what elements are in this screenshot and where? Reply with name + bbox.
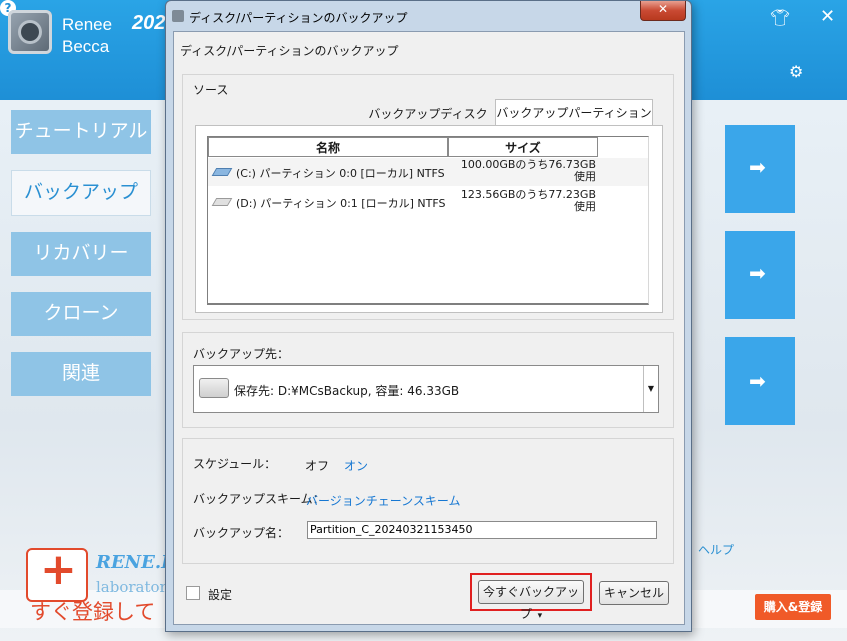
app-logo-icon [8, 10, 52, 54]
sidebar-item-tutorial[interactable]: チュートリアル [11, 110, 151, 154]
cancel-button[interactable]: キャンセル [599, 581, 669, 605]
app-name-line1: Renee [62, 15, 113, 34]
hard-drive-icon [199, 378, 229, 398]
dialog-close-button[interactable]: ✕ [640, 1, 686, 21]
table-row[interactable]: (C:) パーティション 0:0 [ローカル] NTFS 100.00GBのうち… [208, 158, 648, 186]
app-version: 202 [132, 12, 166, 34]
partition-c-icon [211, 168, 233, 176]
backup-scheme-link[interactable]: バージョンチェーンスキーム [306, 492, 461, 509]
backup-now-highlight: 今すぐバックアップ ▾ [470, 573, 592, 621]
dialog-app-icon [172, 10, 184, 22]
skin-shirt-icon[interactable]: 👕︎ [770, 8, 790, 27]
destination-value: 保存先: D:¥MCsBackup, 容量: 46.33GB [234, 384, 460, 398]
sidebar-item-backup[interactable]: バックアップ [11, 170, 151, 216]
partition-size-used-label: 使用 [574, 200, 596, 213]
partition-name: (C:) パーティション 0:0 [ローカル] NTFS [236, 167, 445, 180]
settings-link[interactable]: 設定 [208, 586, 232, 603]
destination-label: バックアップ先： [193, 347, 290, 361]
partition-name: (D:) パーティション 0:1 [ローカル] NTFS [236, 197, 446, 210]
partition-d-icon [211, 198, 233, 206]
partition-size: 123.56GBのうち77.23GB 使用 [460, 189, 596, 213]
source-group: ソース バックアップディスク バックアップパーティション 名称 サイズ (C:)… [182, 74, 674, 320]
backup-name-label: バックアップ名： [193, 526, 290, 540]
tab-backup-disk[interactable]: バックアップディスク [363, 103, 493, 142]
schedule-off-option[interactable]: オフ [305, 457, 329, 474]
buy-register-button[interactable]: 購入&登録 [755, 594, 831, 620]
partition-size-used-label: 使用 [574, 170, 596, 183]
tab-panel: 名称 サイズ (C:) パーティション 0:0 [ローカル] NTFS 100.… [195, 125, 663, 313]
help-link[interactable]: ヘルプ [698, 541, 734, 558]
destination-select[interactable]: 保存先: D:¥MCsBackup, 容量: 46.33GB ▼ [193, 365, 659, 413]
gear-icon[interactable]: ⚙ [789, 62, 803, 81]
dropdown-arrow-icon[interactable]: ▼ [643, 366, 658, 412]
dialog-title: ディスク/パーティションのバックアップ [189, 11, 408, 25]
sidebar: チュートリアル バックアップ リカバリー クローン 関連 [11, 110, 151, 412]
schedule-on-link[interactable]: オン [344, 457, 368, 474]
partition-table: 名称 サイズ (C:) パーティション 0:0 [ローカル] NTFS 100.… [207, 136, 649, 305]
chevron-down-icon[interactable]: ▾ [538, 611, 543, 621]
promo-text: すぐ登録して [30, 601, 156, 624]
dialog-titlebar[interactable]: ディスク/パーティションのバックアップ ✕ [166, 1, 691, 31]
brand-name: RENE.E [96, 552, 175, 573]
arrow-right-icon: ➡ [749, 261, 766, 285]
tab-backup-partition[interactable]: バックアップパーティション [495, 99, 653, 144]
tab-backup-disk-label: バックアップディスク [368, 107, 488, 121]
tab-backup-partition-label: バックアップパーティション [496, 106, 652, 120]
table-row[interactable]: (D:) パーティション 0:1 [ローカル] NTFS 123.56GBのうち… [208, 188, 648, 216]
backup-scheme-label: バックアップスキーム： [193, 492, 325, 506]
renee-logo-icon [26, 544, 88, 602]
backup-dialog: ディスク/パーティションのバックアップ ✕ ディスク/パーティションのバックアッ… [165, 0, 692, 632]
source-label: ソース [193, 83, 229, 97]
app-close-icon[interactable]: ✕ [820, 6, 835, 27]
sidebar-item-related[interactable]: 関連 [11, 352, 151, 396]
backup-now-button[interactable]: 今すぐバックアップ ▾ [478, 580, 584, 621]
column-header-size[interactable]: サイズ [448, 137, 598, 157]
brand-subtitle: laboratory [96, 578, 176, 596]
schedule-label: スケジュール： [193, 457, 277, 471]
sidebar-item-clone[interactable]: クローン [11, 292, 151, 336]
destination-group: バックアップ先： 保存先: D:¥MCsBackup, 容量: 46.33GB … [182, 332, 674, 428]
backup-name-input[interactable] [307, 521, 657, 539]
settings-icon[interactable] [186, 586, 200, 600]
partition-size: 100.00GBのうち76.73GB 使用 [460, 159, 596, 183]
table-header: 名称 サイズ [208, 137, 648, 157]
app-name-line2: Becca [62, 37, 110, 56]
column-header-name[interactable]: 名称 [208, 137, 448, 157]
backup-now-label: 今すぐバックアップ [482, 585, 579, 621]
dialog-heading: ディスク/パーティションのバックアップ [180, 44, 399, 58]
action-tile-1[interactable]: ➡ [725, 125, 795, 213]
options-group: スケジュール： オフ オン バックアップスキーム： バージョンチェーンスキーム … [182, 438, 674, 564]
dialog-content: ディスク/パーティションのバックアップ ソース バックアップディスク バックアッ… [173, 31, 685, 625]
action-tile-3[interactable]: ➡ [725, 337, 795, 425]
arrow-right-icon: ➡ [749, 155, 766, 179]
action-tile-2[interactable]: ➡ [725, 231, 795, 319]
sidebar-item-recovery[interactable]: リカバリー [11, 232, 151, 276]
arrow-right-icon: ➡ [749, 369, 766, 393]
